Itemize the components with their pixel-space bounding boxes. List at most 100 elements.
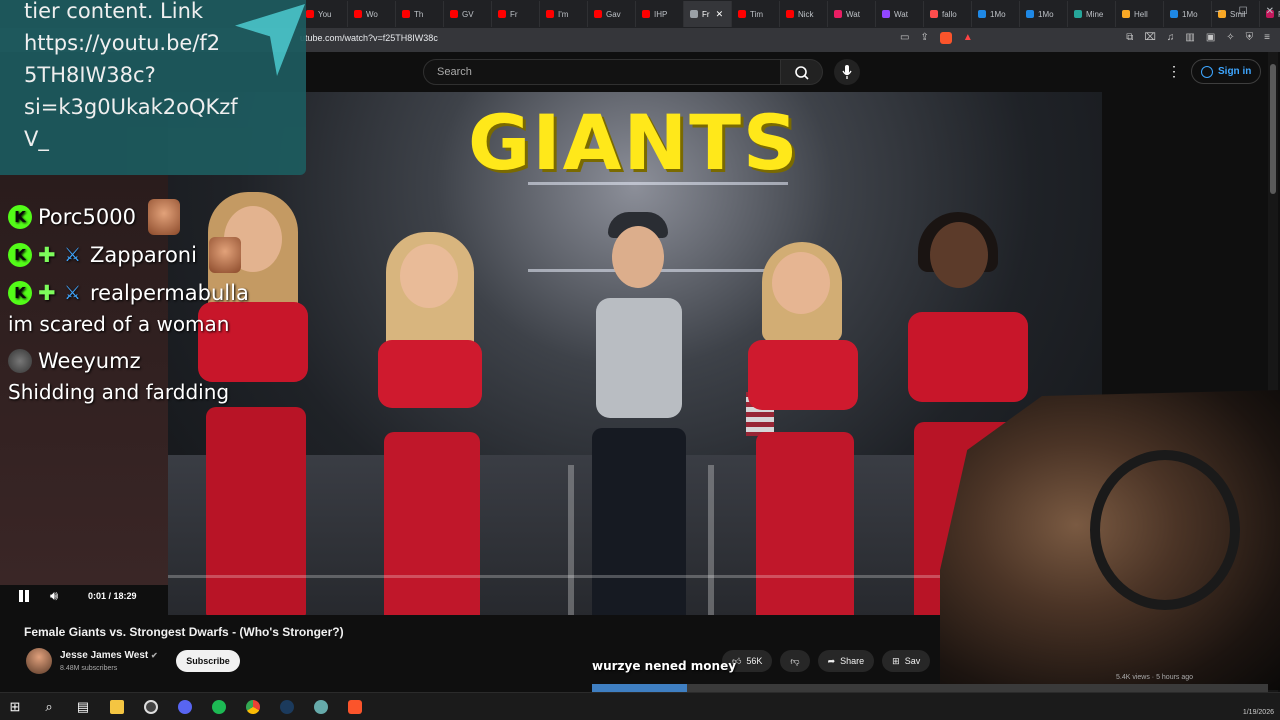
browser-tab[interactable]: Wo (348, 1, 396, 27)
headphones (1090, 450, 1240, 610)
app-icon[interactable] (312, 698, 330, 716)
chat-user-row: K ✚ ⚔ Zapparoni (8, 236, 288, 274)
chat-emote (208, 237, 241, 273)
extension-icon[interactable]: ⧉ (1126, 32, 1133, 43)
tab-list: You Wo Th GV Fr I'm Gav IHP Fr ✕ Tim Nick Wat Wat fall… (300, 1, 1280, 27)
tab-label: 1Mo (1038, 9, 1054, 19)
share-button[interactable]: ➦ Share (817, 650, 875, 672)
close-window-icon[interactable]: ✕ (1266, 6, 1274, 17)
video-actions: 👍︎ 56K 👎︎ ➦ Share ⊞ Sav (722, 650, 931, 672)
gifter-badge-icon: ✚ (38, 281, 56, 305)
search-icon[interactable]: ⌕ (40, 698, 58, 716)
maximize-icon[interactable]: ☐ (1239, 6, 1248, 17)
floor-line (568, 465, 574, 615)
brave-icon[interactable] (346, 698, 364, 716)
tab-favicon-icon (306, 10, 314, 18)
pause-button[interactable] (17, 589, 31, 603)
tab-label: Hell (1134, 9, 1148, 19)
browser-tab[interactable]: 1Mo (1020, 1, 1068, 27)
steam-icon[interactable] (278, 698, 296, 716)
tab-label: Wat (894, 9, 908, 19)
subscribe-button[interactable]: Subscribe (176, 650, 240, 672)
browser-tab[interactable]: You (300, 1, 348, 27)
chat-username: realpermabulla (90, 281, 249, 305)
browser-tab[interactable]: Mine (1068, 1, 1116, 27)
stream-notice-box: tier content. Link https://youtu.be/f2 5… (0, 0, 306, 175)
verified-icon: ✔ (151, 651, 158, 660)
browser-tab[interactable]: Wat (828, 1, 876, 27)
dislike-button[interactable]: 👎︎ (780, 650, 810, 672)
sidebar-icon[interactable]: ▥ (1185, 32, 1194, 43)
tab-favicon-icon (1074, 10, 1082, 18)
search-input[interactable]: Search (423, 59, 781, 85)
tab-favicon-icon (1170, 10, 1178, 18)
leo-icon[interactable]: ✧ (1226, 32, 1234, 43)
share-arrow-icon: ➦ (827, 655, 836, 666)
browser-tab[interactable]: Tim (732, 1, 780, 27)
windows-start-icon[interactable]: ⊞ (6, 698, 24, 716)
browser-tab[interactable]: Fr ✕ (684, 1, 732, 27)
brave-shields-icon[interactable] (939, 32, 952, 44)
discord-icon[interactable] (176, 698, 194, 716)
save-button[interactable]: ⊞ Sav (882, 650, 931, 672)
tab-favicon-icon (978, 10, 986, 18)
browser-tab[interactable]: Hell (1116, 1, 1164, 27)
close-tab-icon[interactable]: ✕ (716, 9, 724, 20)
search-button[interactable] (781, 59, 823, 85)
kick-badge-icon: K (8, 205, 32, 229)
tab-label: Wat (846, 9, 860, 19)
browser-tab[interactable]: fallo (924, 1, 972, 27)
voice-search-button[interactable] (834, 59, 860, 85)
obs-icon[interactable] (142, 698, 160, 716)
tab-label: I'm (558, 9, 569, 19)
browser-tab[interactable]: Wat (876, 1, 924, 27)
chat-emote (147, 199, 180, 235)
channel-name[interactable]: Jesse James West ✔ (60, 650, 158, 661)
tab-label: IHP (654, 9, 668, 19)
vpn-icon[interactable]: ⛨ (1246, 32, 1254, 43)
spotify-icon[interactable] (210, 698, 228, 716)
tab-favicon-icon (1122, 10, 1130, 18)
chat-username: Weeyumz (38, 349, 141, 373)
url-field[interactable]: utube.com/watch?v=f25TH8IW38c (300, 33, 438, 43)
windows-taskbar: ⊞ ⌕ ▤ 1/19/2026 (0, 692, 1280, 720)
rewards-icon[interactable]: ▲ (963, 32, 973, 44)
screenshot-icon[interactable]: ⌧ (1144, 32, 1156, 43)
browser-tab[interactable]: Nick (780, 1, 828, 27)
taskbar-date: 1/19/2026 (1242, 709, 1274, 716)
tab-favicon-icon (450, 10, 458, 18)
media-icon[interactable]: ♫ (1167, 32, 1175, 43)
address-actions: ▭ ⇪ ▲ (900, 32, 973, 44)
browser-tab[interactable]: Fr (492, 1, 540, 27)
tab-favicon-icon (690, 10, 698, 18)
settings-menu-icon[interactable]: ⋮ (1167, 63, 1181, 80)
tab-favicon-icon (1026, 10, 1034, 18)
sign-in-label: Sign in (1218, 66, 1252, 77)
browser-tab[interactable]: IHP (636, 1, 684, 27)
browser-tab[interactable]: 1Mo (1164, 1, 1212, 27)
minimize-icon[interactable]: – (1215, 6, 1221, 17)
like-count: 56K (746, 656, 763, 666)
share-icon[interactable]: ⇪ (920, 32, 928, 44)
chrome-icon[interactable] (244, 698, 262, 716)
video-progress-bar[interactable] (10, 575, 1100, 578)
browser-tab[interactable]: 1Mo (972, 1, 1020, 27)
tab-label: Nick (798, 9, 814, 19)
save-icon: ⊞ (892, 655, 900, 666)
browser-tab[interactable]: GV (444, 1, 492, 27)
browser-tab[interactable]: Gav (588, 1, 636, 27)
tab-favicon-icon (930, 10, 938, 18)
task-view-icon[interactable]: ▤ (74, 698, 92, 716)
browser-tab[interactable]: I'm (540, 1, 588, 27)
channel-avatar[interactable] (26, 648, 52, 674)
video-overlay-title: GIANTS (468, 98, 800, 187)
wallet-icon[interactable]: ▣ (1206, 32, 1215, 43)
file-explorer-icon[interactable] (108, 698, 126, 716)
install-icon[interactable]: ▭ (900, 32, 909, 44)
pause-icon (19, 590, 23, 602)
scrollbar-thumb[interactable] (1270, 64, 1276, 194)
browser-tab[interactable]: Th (396, 1, 444, 27)
volume-icon[interactable]: 🔊︎ (50, 588, 58, 604)
menu-icon[interactable]: ≡ (1264, 32, 1270, 43)
sign-in-button[interactable]: Sign in (1191, 59, 1262, 84)
